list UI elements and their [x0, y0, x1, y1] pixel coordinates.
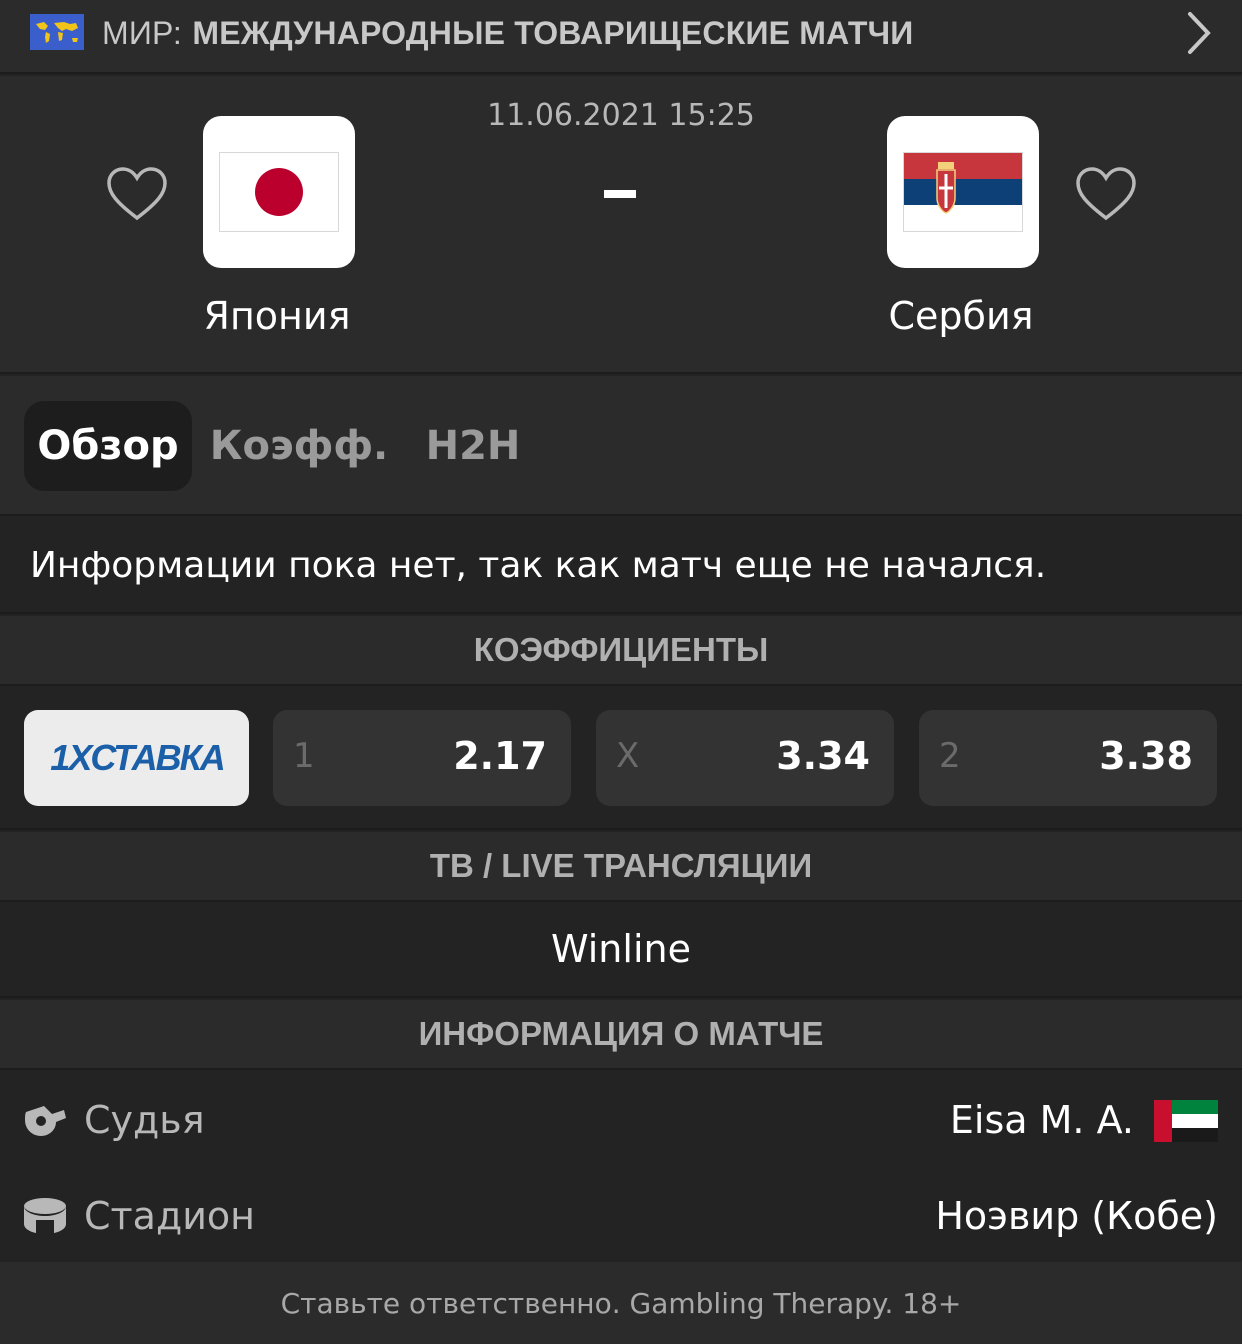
away-team-logo[interactable] [887, 116, 1039, 268]
heart-outline-icon[interactable] [106, 166, 168, 222]
stadium-row: Стадион Ноэвир (Кобе) [0, 1168, 1242, 1264]
bookmaker-logo[interactable]: 1XСТАВКА [24, 710, 249, 806]
responsible-gambling-footer: Ставьте ответственно. Gambling Therapy. … [0, 1262, 1242, 1344]
info-message: Информации пока нет, так как матч еще не… [0, 518, 1242, 614]
match-info-section-title: ИНФОРМАЦИЯ О МАТЧЕ [0, 1000, 1242, 1070]
referee-row: Судья Eisa M. A. [0, 1072, 1242, 1168]
league-header[interactable]: МИР: МЕЖДУНАРОДНЫЕ ТОВАРИЩЕСКИЕ МАТЧИ [0, 0, 1242, 74]
tab-overview[interactable]: Обзор [24, 401, 192, 491]
odd-away[interactable]: 2 3.38 [919, 710, 1217, 806]
odd-key: 1 [293, 736, 315, 776]
odd-value: 3.34 [776, 734, 870, 778]
tab-h2h[interactable]: H2H [410, 401, 536, 491]
home-team-name[interactable]: Япония [127, 294, 427, 338]
odds-row: 1XСТАВКА 1 2.17 X 3.34 2 3.38 [0, 686, 1242, 830]
league-name: МЕЖДУНАРОДНЫЕ ТОВАРИЩЕСКИЕ МАТЧИ [192, 15, 914, 51]
referee-label: Судья [84, 1098, 205, 1142]
referee-name: Eisa M. A. [949, 1098, 1134, 1142]
bookmaker-name: 1XСТАВКА [50, 738, 223, 778]
whistle-icon [25, 1106, 66, 1136]
bookmaker-logo-icon: 1XСТАВКА [50, 738, 225, 778]
odd-value: 3.38 [1099, 734, 1193, 778]
league-prefix: МИР: [102, 15, 182, 51]
match-datetime: 11.06.2021 15:25 [487, 98, 755, 133]
chevron-right-icon[interactable] [1184, 10, 1214, 56]
odd-key: X [616, 736, 640, 776]
stadium-name: Ноэвир (Кобе) [935, 1194, 1218, 1238]
odds-section-title: КОЭФФИЦИЕНТЫ [0, 616, 1242, 686]
world-map-flag-icon [30, 14, 84, 50]
tabs-bar: Обзор Коэфф. H2H [0, 376, 1242, 516]
odd-draw[interactable]: X 3.34 [596, 710, 894, 806]
stadium-label: Стадион [84, 1194, 256, 1238]
tv-channel[interactable]: Winline [0, 902, 1242, 998]
match-header: Япония 11.06.2021 15:25 Сербия [0, 76, 1242, 374]
league-title: МИР: МЕЖДУНАРОДНЫЕ ТОВАРИЩЕСКИЕ МАТЧИ [102, 14, 914, 52]
stadium-icon [24, 1198, 66, 1234]
odd-home[interactable]: 1 2.17 [273, 710, 571, 806]
tab-odds[interactable]: Коэфф. [210, 401, 388, 491]
score-placeholder [604, 190, 636, 198]
odd-key: 2 [939, 736, 961, 776]
tv-section-title: ТВ / LIVE ТРАНСЛЯЦИИ [0, 832, 1242, 902]
uae-flag-icon [1154, 1100, 1218, 1142]
home-team-logo[interactable] [203, 116, 355, 268]
odd-value: 2.17 [453, 734, 547, 778]
heart-outline-icon[interactable] [1075, 166, 1137, 222]
serbia-flag-icon [903, 152, 1023, 232]
japan-flag-icon [219, 152, 339, 232]
away-team-name[interactable]: Сербия [811, 294, 1111, 338]
